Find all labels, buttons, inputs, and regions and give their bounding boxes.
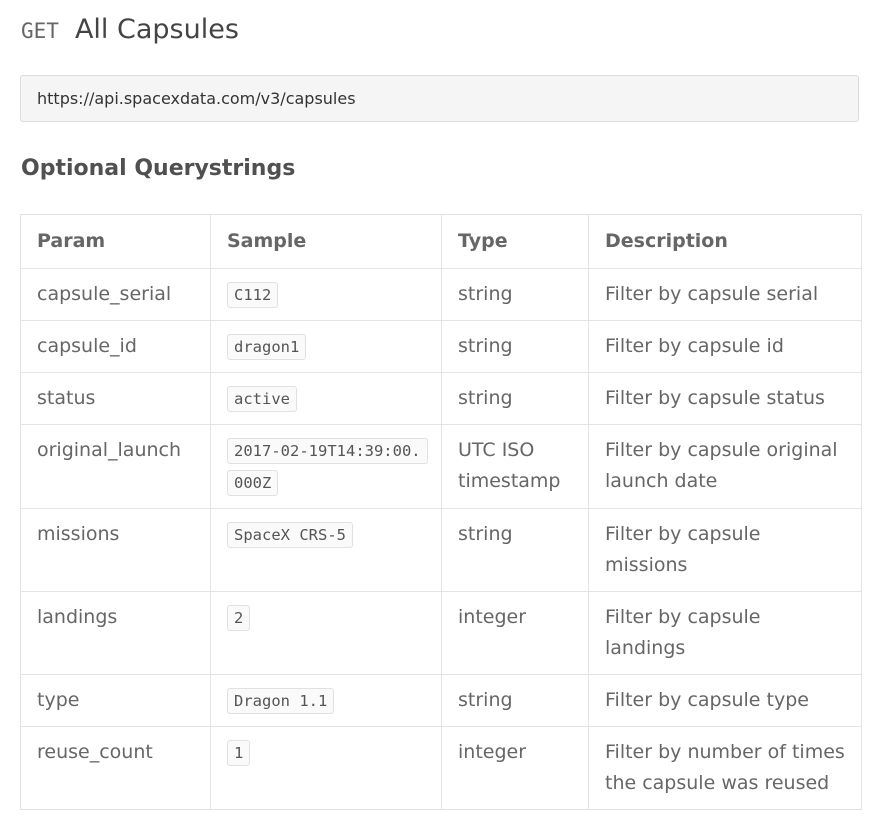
sample-code: 1 xyxy=(227,739,251,766)
description-cell: Filter by capsule type xyxy=(588,673,862,727)
description-cell: Filter by capsule missions xyxy=(588,507,862,592)
column-header-sample: Sample xyxy=(210,214,442,269)
section-heading: Optional Querystrings xyxy=(21,156,296,181)
table-row: original_launch 2017-02-19T14:39:00.000Z… xyxy=(20,423,862,509)
sample-cell: dragon1 xyxy=(210,319,442,373)
sample-code: dragon1 xyxy=(227,333,307,360)
param-cell: landings xyxy=(20,590,211,675)
table-row: reuse_count 1 integer Filter by number o… xyxy=(20,725,862,810)
param-cell: original_launch xyxy=(20,423,211,509)
param-cell: missions xyxy=(20,507,211,592)
type-cell: string xyxy=(441,319,589,373)
querystrings-table: Param Sample Type Description capsule_se… xyxy=(20,214,862,810)
table-row: status active string Filter by capsule s… xyxy=(20,371,862,425)
sample-code: SpaceX CRS-5 xyxy=(227,521,353,548)
description-cell: Filter by capsule status xyxy=(588,371,862,425)
page-header: GET All Capsules xyxy=(21,14,239,45)
sample-cell: Dragon 1.1 xyxy=(210,673,442,727)
description-cell: Filter by capsule landings xyxy=(588,590,862,675)
endpoint-url: https://api.spacexdata.com/v3/capsules xyxy=(20,75,859,122)
param-cell: capsule_id xyxy=(20,319,211,373)
sample-code: active xyxy=(227,385,297,412)
sample-cell: C112 xyxy=(210,267,442,321)
table-header-row: Param Sample Type Description xyxy=(20,214,862,269)
table-row: landings 2 integer Filter by capsule lan… xyxy=(20,590,862,675)
param-cell: status xyxy=(20,371,211,425)
param-cell: reuse_count xyxy=(20,725,211,810)
type-cell: integer xyxy=(441,590,589,675)
description-cell: Filter by capsule id xyxy=(588,319,862,373)
sample-cell: 1 xyxy=(210,725,442,810)
sample-code: 2 xyxy=(227,604,251,631)
param-cell: type xyxy=(20,673,211,727)
sample-code: C112 xyxy=(227,281,279,308)
description-cell: Filter by number of times the capsule wa… xyxy=(588,725,862,810)
table-row: type Dragon 1.1 string Filter by capsule… xyxy=(20,673,862,727)
sample-code: Dragon 1.1 xyxy=(227,687,335,714)
table-row: capsule_id dragon1 string Filter by caps… xyxy=(20,319,862,373)
type-cell: string xyxy=(441,673,589,727)
type-cell: integer xyxy=(441,725,589,810)
sample-code: 2017-02-19T14:39:00.000Z xyxy=(227,437,428,496)
column-header-description: Description xyxy=(588,214,862,269)
description-cell: Filter by capsule original launch date xyxy=(588,423,862,509)
table-row: missions SpaceX CRS-5 string Filter by c… xyxy=(20,507,862,592)
type-cell: string xyxy=(441,507,589,592)
column-header-type: Type xyxy=(441,214,589,269)
type-cell: UTC ISO timestamp xyxy=(441,423,589,509)
column-header-param: Param xyxy=(20,214,211,269)
page-title: All Capsules xyxy=(74,14,239,45)
type-cell: string xyxy=(441,371,589,425)
sample-cell: 2 xyxy=(210,590,442,675)
description-cell: Filter by capsule serial xyxy=(588,267,862,321)
type-cell: string xyxy=(441,267,589,321)
table-row: capsule_serial C112 string Filter by cap… xyxy=(20,267,862,321)
http-method-label: GET xyxy=(21,19,59,43)
sample-cell: SpaceX CRS-5 xyxy=(210,507,442,592)
sample-cell: active xyxy=(210,371,442,425)
param-cell: capsule_serial xyxy=(20,267,211,321)
sample-cell: 2017-02-19T14:39:00.000Z xyxy=(210,423,442,509)
